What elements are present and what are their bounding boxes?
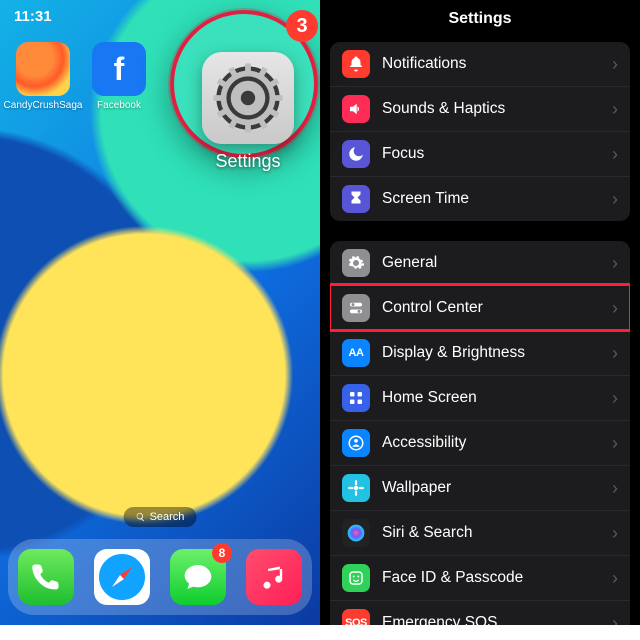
settings-group: Notifications›Sounds & Haptics›Focus›Scr… bbox=[330, 42, 630, 221]
sos-icon: SOS bbox=[342, 609, 370, 625]
chevron-right-icon: › bbox=[612, 613, 618, 626]
settings-row-siri[interactable]: Siri & Search › bbox=[330, 510, 630, 555]
chevron-right-icon: › bbox=[612, 523, 618, 544]
accessibility-icon bbox=[342, 429, 370, 457]
candycrush-icon bbox=[16, 42, 70, 96]
focus-icon bbox=[342, 140, 370, 168]
phone-icon bbox=[31, 562, 61, 592]
row-label: Focus bbox=[382, 145, 600, 163]
settings-title: Settings bbox=[320, 0, 640, 42]
row-label: Wallpaper bbox=[382, 479, 600, 497]
screentime-icon bbox=[342, 185, 370, 213]
notifications-icon bbox=[342, 50, 370, 78]
home-dock: 8 bbox=[8, 539, 312, 615]
settings-row-wallpaper[interactable]: Wallpaper › bbox=[330, 465, 630, 510]
siri-icon bbox=[342, 519, 370, 547]
chevron-right-icon: › bbox=[612, 298, 618, 319]
chevron-right-icon: › bbox=[612, 144, 618, 165]
app-settings-label: Settings bbox=[202, 151, 294, 172]
messages-icon bbox=[182, 561, 214, 593]
music-icon bbox=[260, 563, 288, 591]
chevron-right-icon: › bbox=[612, 54, 618, 75]
chevron-right-icon: › bbox=[612, 478, 618, 499]
settings-row-sounds[interactable]: Sounds & Haptics › bbox=[330, 86, 630, 131]
messages-badge: 8 bbox=[212, 543, 232, 563]
dock-music[interactable] bbox=[246, 549, 302, 605]
controlcenter-icon bbox=[342, 294, 370, 322]
faceid-icon bbox=[342, 564, 370, 592]
wallpaper-icon bbox=[342, 474, 370, 502]
annotation-step-badge: 3 bbox=[286, 10, 318, 42]
row-label: Sounds & Haptics bbox=[382, 100, 600, 118]
row-label: Face ID & Passcode bbox=[382, 569, 600, 587]
settings-group: General › Control Center › AA Display & Brigh… bbox=[330, 241, 630, 625]
settings-row-sos[interactable]: SOS Emergency SOS › bbox=[330, 600, 630, 625]
settings-row-notifications[interactable]: Notifications › bbox=[330, 42, 630, 86]
app-label: CandyCrushSaga bbox=[4, 100, 83, 111]
facebook-icon: f bbox=[92, 42, 146, 96]
row-label: Accessibility bbox=[382, 434, 600, 452]
row-label: Home Screen bbox=[382, 389, 600, 407]
app-facebook[interactable]: f Facebook bbox=[90, 42, 148, 111]
app-label: Facebook bbox=[97, 100, 141, 111]
dock-safari[interactable] bbox=[94, 549, 150, 605]
sounds-icon bbox=[342, 95, 370, 123]
row-label: Siri & Search bbox=[382, 524, 600, 542]
chevron-right-icon: › bbox=[612, 99, 618, 120]
app-candycrush[interactable]: CandyCrushSaga bbox=[14, 42, 72, 111]
search-icon bbox=[136, 512, 146, 522]
settings-row-controlcenter[interactable]: Control Center › bbox=[330, 285, 630, 330]
row-label: Display & Brightness bbox=[382, 344, 600, 362]
settings-row-focus[interactable]: Focus › bbox=[330, 131, 630, 176]
homescreen-icon bbox=[342, 384, 370, 412]
settings-row-faceid[interactable]: Face ID & Passcode › bbox=[330, 555, 630, 600]
chevron-right-icon: › bbox=[612, 433, 618, 454]
settings-row-screentime[interactable]: Screen Time › bbox=[330, 176, 630, 221]
chevron-right-icon: › bbox=[612, 343, 618, 364]
row-label: Screen Time bbox=[382, 190, 600, 208]
annotation-circle-settings: 3 bbox=[170, 10, 318, 158]
display-icon: AA bbox=[342, 339, 370, 367]
search-label: Search bbox=[150, 511, 185, 523]
chevron-right-icon: › bbox=[612, 189, 618, 210]
chevron-right-icon: › bbox=[612, 568, 618, 589]
settings-gear-icon bbox=[212, 62, 284, 134]
home-search-pill[interactable]: Search bbox=[124, 507, 197, 527]
settings-screen: Settings Notifications › Sounds & Haptics ›… bbox=[320, 0, 640, 625]
general-icon bbox=[342, 249, 370, 277]
settings-row-accessibility[interactable]: Accessibility › bbox=[330, 420, 630, 465]
dock-messages[interactable]: 8 bbox=[170, 549, 226, 605]
app-settings[interactable]: Settings bbox=[202, 52, 294, 144]
row-label: Notifications bbox=[382, 55, 600, 73]
row-label: General bbox=[382, 254, 600, 272]
status-time: 11:31 bbox=[14, 8, 52, 25]
settings-row-display[interactable]: AA Display & Brightness › bbox=[330, 330, 630, 375]
dock-phone[interactable] bbox=[18, 549, 74, 605]
row-label: Emergency SOS bbox=[382, 614, 600, 625]
chevron-right-icon: › bbox=[612, 388, 618, 409]
row-label: Control Center bbox=[382, 299, 600, 317]
safari-icon bbox=[94, 549, 150, 605]
chevron-right-icon: › bbox=[612, 253, 618, 274]
settings-row-homescreen[interactable]: Home Screen › bbox=[330, 375, 630, 420]
settings-row-general[interactable]: General › bbox=[330, 241, 630, 285]
ios-home-screen: 11:31 CandyCrushSaga f Facebook 3 bbox=[0, 0, 320, 625]
